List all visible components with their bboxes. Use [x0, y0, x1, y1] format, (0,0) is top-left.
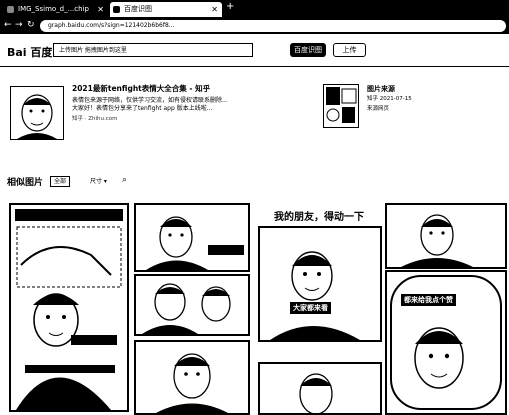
url-input[interactable]: graph.baidu.com/s?sign=121402b6b6f8... — [40, 20, 506, 32]
logo-text: Bai 百度 — [7, 46, 53, 59]
face-image — [17, 94, 57, 139]
side-extra: 来源网页 — [367, 106, 390, 112]
browser-tab-bar: IMG_Ssimo_d_...chip ✕ 百度识图 ✕ + — [0, 0, 509, 18]
size-filter[interactable]: 尺寸 ▾ — [90, 176, 107, 185]
search-icon[interactable]: ⌕ — [122, 175, 127, 185]
meme-caption: 我的朋友，得动一下 — [274, 212, 364, 223]
meme-image — [15, 209, 123, 410]
baidu-logo[interactable]: Bai 百度 — [7, 44, 52, 60]
source-title[interactable]: 2021最新tenfight表情大全合集 - 知乎 — [72, 83, 210, 94]
close-icon[interactable]: ✕ — [97, 2, 104, 17]
result-image[interactable]: 大家都来看 — [258, 226, 382, 342]
favicon-icon — [113, 6, 120, 13]
result-image[interactable]: 都来给我点个赞 — [385, 270, 507, 415]
collage-image — [326, 87, 357, 123]
similar-heading: 相似图片 — [7, 178, 44, 188]
search-button[interactable]: 百度识图 — [290, 43, 326, 57]
result-image[interactable] — [9, 203, 129, 412]
meme-image — [146, 216, 244, 270]
address-bar-row: ← → ↻ graph.baidu.com/s?sign=121402b6b6f… — [0, 18, 509, 34]
upload-button[interactable]: 上传 — [333, 43, 366, 57]
source-desc-line: 大家好！表情包分享来了tenfight app 版本上线啦... — [72, 105, 213, 112]
result-image[interactable] — [134, 203, 250, 272]
source-thumbnail[interactable] — [10, 86, 64, 140]
browser-tab[interactable]: IMG_Ssimo_d_...chip ✕ — [4, 2, 108, 17]
browser-tab-active[interactable]: 百度识图 ✕ — [110, 2, 222, 17]
close-icon[interactable]: ✕ — [211, 2, 218, 17]
forward-icon[interactable]: → — [15, 20, 23, 30]
result-image[interactable] — [134, 340, 250, 415]
meme-bubble: 大家都来看 — [290, 302, 331, 314]
tab-title: IMG_Ssimo_d_...chip — [18, 5, 89, 13]
favicon-icon — [7, 6, 14, 13]
side-title[interactable]: 图片来源 — [367, 84, 395, 94]
meme-image — [299, 373, 333, 413]
search-input[interactable]: 上传图片 拖拽图片到这里 — [53, 43, 253, 57]
meme-image — [270, 251, 360, 340]
result-image[interactable] — [134, 274, 250, 336]
meme-image — [401, 214, 473, 267]
result-image[interactable] — [385, 203, 507, 269]
new-tab-icon[interactable]: + — [226, 1, 234, 12]
result-image[interactable] — [258, 362, 382, 415]
filter-chip[interactable]: 全部 — [50, 176, 71, 187]
back-icon[interactable]: ← — [4, 20, 12, 30]
tab-title: 百度识图 — [124, 5, 152, 13]
source-meta: 知乎 · Zhihu.com — [72, 116, 118, 122]
meme-bubble: 都来给我点个赞 — [401, 294, 456, 306]
reload-icon[interactable]: ↻ — [27, 20, 35, 30]
side-subtitle: 知乎 2021-07-15 — [367, 96, 412, 102]
meme-image — [142, 283, 231, 334]
meme-image — [156, 353, 228, 413]
side-thumbnail[interactable] — [323, 84, 359, 128]
